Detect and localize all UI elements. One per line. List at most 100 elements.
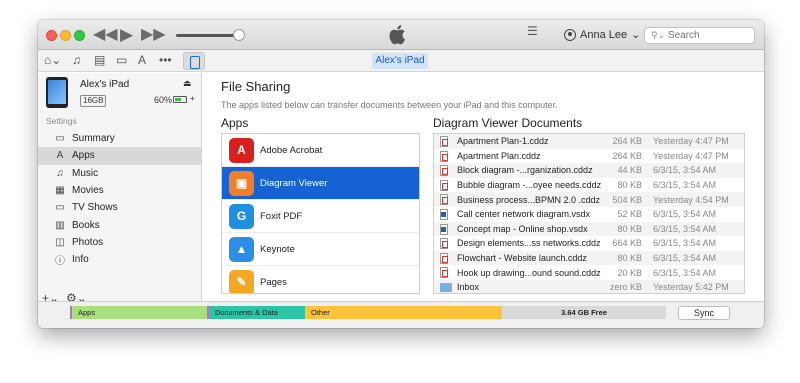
apple-logo-icon [389, 25, 405, 45]
document-row[interactable]: Concept map - Online shop.vsdx 80 KB 6/3/1… [434, 221, 744, 237]
sidebar: Alex's iPad ⏏ 16GB 60% + Settings ▭ Summa… [38, 73, 202, 291]
sidebar-item-summary[interactable]: ▭ Summary [38, 130, 201, 147]
eject-icon[interactable]: ⏏ [183, 78, 192, 89]
app-row[interactable]: ▣ Diagram Viewer [222, 167, 419, 200]
file-sharing-pane: File Sharing The apps listed below can t… [203, 73, 764, 308]
document-name: Bubble diagram -...oyee needs.cddz [457, 180, 602, 191]
page-description: The apps listed below can transfer docum… [221, 100, 558, 110]
cddz-file-icon [440, 267, 448, 279]
close-window-button[interactable] [46, 30, 57, 41]
charging-icon: + [190, 94, 195, 103]
document-date: 6/3/15, 3:54 AM [653, 209, 717, 220]
sidebar-item-tv-shows[interactable]: ▭ TV Shows [38, 199, 201, 216]
document-size: 52 KB [617, 209, 642, 220]
search-icon: ⚲⌄ [651, 30, 666, 40]
cddz-file-icon [440, 136, 448, 147]
document-row[interactable]: Call center network diagram.vsdx 52 KB 6/3… [434, 207, 744, 222]
document-name: Hook up drawing...ound sound.cddz [457, 267, 601, 278]
vsdx-file-icon [440, 223, 448, 235]
search-field[interactable]: ⚲⌄ [644, 27, 755, 44]
vsdx-file-icon [440, 208, 448, 220]
adobe-acrobat-app-icon: A [229, 137, 254, 163]
document-date: 6/3/15, 3:54 AM [653, 238, 717, 249]
document-size: 80 KB [617, 223, 642, 234]
account-icon [564, 28, 576, 41]
document-row[interactable]: Inbox zero KB Yesterday 5:42 PM [434, 279, 744, 293]
play-icon[interactable]: ▶ [120, 26, 133, 44]
apps-icon: A [56, 150, 64, 162]
document-row[interactable]: Flowchart - Website launch.cddz 80 KB 6/3/… [434, 250, 744, 266]
cddz-file-icon [440, 194, 448, 206]
sidebar-item-label: Photos [72, 236, 104, 248]
battery-fill [175, 98, 181, 101]
minimize-window-button[interactable] [60, 30, 71, 41]
document-name: Apartment Plan-1.cddz [457, 136, 549, 147]
sidebar-item-music[interactable]: ♫ Music [38, 165, 201, 182]
storage-apps-segment: Apps [70, 306, 207, 319]
document-name: Block diagram -...rganization.cddz [457, 165, 593, 176]
document-row[interactable]: Block diagram -...rganization.cddz 44 KB 6… [434, 163, 744, 178]
account-menu[interactable]: Anna Lee ⌄ [564, 28, 640, 41]
app-row[interactable]: ▲ Keynote [222, 233, 419, 266]
home-device-icon[interactable]: ⌂⌄ [44, 53, 61, 67]
app-store-icon[interactable]: A [138, 53, 146, 67]
more-icon[interactable]: ••• [159, 53, 172, 67]
zoom-window-button[interactable] [74, 30, 85, 41]
app-name: Foxit PDF [260, 210, 303, 222]
sidebar-item-label: Summary [72, 133, 115, 145]
app-row[interactable]: A Adobe Acrobat [222, 134, 419, 167]
fast-forward-icon[interactable]: ▶▶ [141, 26, 166, 44]
sidebar-item-books[interactable]: ▥ Books [38, 216, 201, 233]
sidebar-item-movies[interactable]: ▦ Movies [38, 182, 201, 199]
sidebar-item-label: Info [72, 254, 89, 266]
document-row[interactable]: Design elements...ss networks.cddz 664 KB… [434, 236, 744, 251]
sidebar-item-photos[interactable]: ◫ Photos [38, 234, 201, 251]
apps-heading: Apps [221, 116, 249, 130]
document-size: 44 KB [617, 165, 642, 176]
document-name: Concept map - Online shop.vsdx [457, 223, 588, 234]
app-name: Pages [260, 276, 287, 288]
up-next-list-icon[interactable]: ☰ [527, 24, 538, 38]
document-row[interactable]: Apartment Plan-1.cddz 264 KB Yesterday 4:4… [434, 134, 744, 149]
cddz-file-icon [440, 165, 448, 177]
sync-button[interactable]: Sync [678, 306, 730, 320]
document-date: 6/3/15, 3:54 AM [653, 180, 717, 191]
storage-other-segment: Other [305, 306, 502, 319]
cddz-file-icon [440, 238, 448, 250]
film-icon[interactable]: ▤ [94, 53, 105, 67]
device-tab[interactable]: Alex's iPad [372, 53, 428, 69]
document-size: 264 KB [612, 150, 642, 161]
document-size: 80 KB [617, 253, 642, 264]
document-name: Flowchart - Website launch.cddz [457, 253, 587, 264]
ipad-thumbnail-icon [46, 77, 68, 108]
search-input[interactable] [667, 30, 748, 41]
settings-list: ▭ Summary A Apps ♫ Music ▦ Movies ▭ TV Shows ▥ Book… [38, 130, 201, 268]
document-date: Yesterday 5:42 PM [653, 282, 729, 293]
document-date: 6/3/15, 3:54 AM [653, 165, 717, 176]
document-date: Yesterday 4:47 PM [653, 150, 729, 161]
app-row[interactable]: ✎ Pages [222, 266, 419, 293]
document-row[interactable]: Hook up drawing...ound sound.cddz 20 KB 6/… [434, 265, 744, 280]
sidebar-item-label: Music [72, 167, 99, 179]
document-row[interactable]: Bubble diagram -...oyee needs.cddz 80 KB 6… [434, 178, 744, 193]
volume-slider[interactable] [176, 34, 240, 37]
volume-knob[interactable] [233, 29, 245, 41]
foxit-pdf-app-icon: G [229, 203, 254, 229]
document-name: Business process...BPMN 2.0 .cddz [457, 194, 601, 205]
music-note-icon[interactable]: ♫ [72, 53, 81, 67]
sidebar-item-apps[interactable]: A Apps [38, 147, 201, 165]
rewind-icon[interactable]: ◀◀ [93, 26, 118, 44]
document-row[interactable]: Apartment Plan.cddz 264 KB Yesterday 4:47 … [434, 149, 744, 164]
document-size: 664 KB [612, 238, 642, 249]
settings-section-label: Settings [46, 116, 77, 126]
sidebar-item-info[interactable]: ⓘ Info [38, 251, 201, 268]
tv-icon[interactable]: ▭ [116, 53, 127, 67]
document-size: 264 KB [612, 136, 642, 147]
document-date: 6/3/15, 3:54 AM [653, 253, 717, 264]
app-name: Diagram Viewer [260, 177, 328, 189]
document-row[interactable]: Business process...BPMN 2.0 .cddz 504 KB Y… [434, 192, 744, 207]
document-name: Call center network diagram.vsdx [457, 209, 591, 220]
ipad-icon[interactable] [183, 52, 205, 70]
account-name: Anna Lee [580, 28, 628, 41]
app-row[interactable]: G Foxit PDF [222, 200, 419, 233]
